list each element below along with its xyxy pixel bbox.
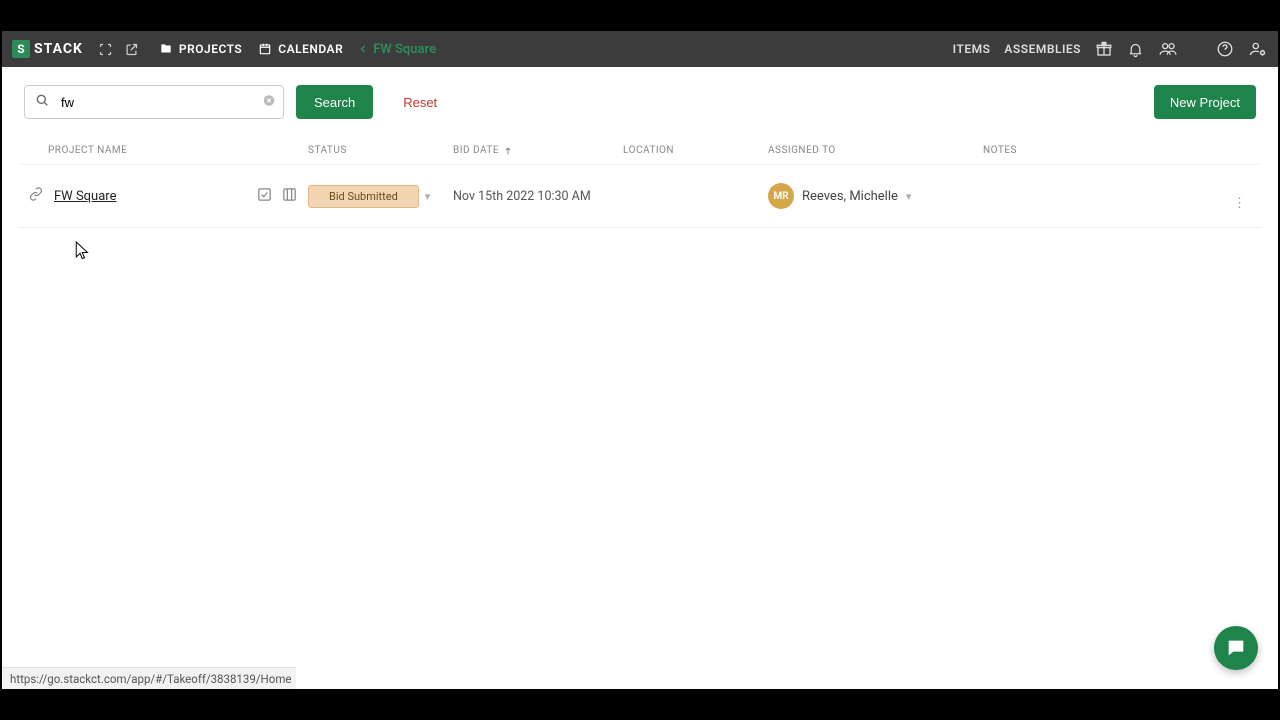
col-location[interactable]: LOCATION [623, 145, 768, 156]
nav-calendar-label: CALENDAR [278, 42, 343, 56]
col-notes[interactable]: NOTES [983, 145, 1252, 156]
search-icon [34, 92, 50, 112]
status-badge: Bid Submitted [308, 185, 419, 208]
people-icon[interactable] [1158, 40, 1178, 58]
brand-mark-icon: S [12, 40, 30, 58]
nav-projects-label: PROJECTS [179, 42, 242, 56]
assigned-name: Reeves, Michelle [802, 189, 898, 204]
breadcrumb-label: FW Square [373, 42, 436, 57]
status-url: https://go.stackct.com/app/#/Takeoff/383… [10, 672, 292, 686]
cell-bid-date: Nov 15th 2022 10:30 AM [453, 189, 623, 204]
assigned-dropdown-icon[interactable]: ▾ [906, 190, 912, 203]
search-button[interactable]: Search [296, 85, 373, 119]
fullscreen-icon[interactable] [93, 42, 119, 57]
search-wrap [24, 85, 284, 119]
table-header: PROJECT NAME STATUS BID DATE LOCATION AS… [20, 137, 1260, 165]
topbar-right: ITEMS ASSEMBLIES [953, 40, 1268, 58]
new-project-button[interactable]: New Project [1154, 85, 1256, 119]
nav-calendar[interactable]: CALENDAR [250, 42, 351, 56]
gift-icon[interactable] [1095, 40, 1113, 58]
status-bar: https://go.stackct.com/app/#/Takeoff/383… [2, 667, 296, 689]
takeoff-icon[interactable] [256, 186, 273, 207]
reset-button[interactable]: Reset [385, 85, 455, 119]
external-link-icon[interactable] [119, 42, 145, 57]
help-icon[interactable] [1216, 40, 1234, 58]
projects-table: PROJECT NAME STATUS BID DATE LOCATION AS… [20, 137, 1260, 228]
breadcrumb-project[interactable]: FW Square [351, 42, 442, 57]
status-dropdown-icon[interactable]: ▾ [425, 190, 431, 203]
brand-text: STACK [34, 41, 83, 57]
cell-assigned: MR Reeves, Michelle ▾ [768, 183, 983, 209]
chat-button[interactable] [1214, 626, 1258, 670]
nav-assemblies[interactable]: ASSEMBLIES [1004, 42, 1081, 56]
app-window: S STACK PROJECTS CALENDAR FW Square ITEM… [2, 31, 1278, 689]
sort-asc-icon [503, 146, 513, 156]
col-assigned[interactable]: ASSIGNED TO [768, 145, 983, 156]
project-name-link[interactable]: FW Square [54, 189, 116, 204]
bell-icon[interactable] [1127, 41, 1144, 58]
estimate-icon[interactable] [281, 186, 298, 207]
cell-name: FW Square [28, 186, 308, 207]
search-input[interactable] [24, 85, 284, 119]
row-menu-icon[interactable]: ⋮ [1233, 196, 1246, 211]
avatar: MR [768, 183, 794, 209]
nav-projects[interactable]: PROJECTS [151, 42, 250, 56]
col-status[interactable]: STATUS [308, 145, 453, 156]
col-bid-label: BID DATE [453, 145, 499, 156]
nav-items[interactable]: ITEMS [953, 42, 991, 56]
brand-logo[interactable]: S STACK [12, 40, 83, 58]
attachment-icon[interactable] [28, 186, 44, 206]
top-navbar: S STACK PROJECTS CALENDAR FW Square ITEM… [2, 31, 1278, 67]
cell-status: Bid Submitted ▾ [308, 185, 453, 208]
table-row: FW Square Bid Submitted ▾ Nov 15th 2022 … [20, 165, 1260, 228]
col-bid-date[interactable]: BID DATE [453, 145, 623, 156]
col-project-name[interactable]: PROJECT NAME [28, 145, 308, 156]
user-settings-icon[interactable] [1248, 40, 1268, 58]
search-toolbar: Search Reset New Project [2, 67, 1278, 129]
clear-search-icon[interactable] [262, 93, 276, 112]
chat-icon [1225, 637, 1247, 659]
